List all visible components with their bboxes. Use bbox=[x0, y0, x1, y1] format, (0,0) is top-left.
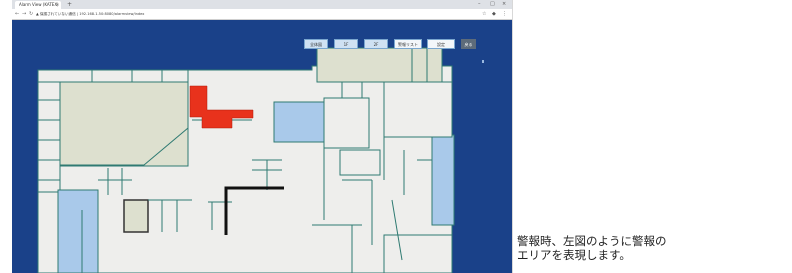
room-strip-top bbox=[37, 69, 189, 83]
blue-room-east bbox=[431, 134, 455, 226]
alarm-monitor-app: 全体図 1F 2F 警報リスト 設定 戻る bbox=[12, 20, 512, 273]
screenshot-window: Alarm View (KATEX) × + – □ × ← → ↻ ▲ 保護さ… bbox=[12, 0, 513, 273]
extension-icon[interactable]: ◆ bbox=[492, 9, 496, 19]
browser-tab[interactable]: Alarm View (KATEX) × bbox=[15, 1, 61, 9]
west-wing bbox=[37, 81, 61, 193]
blue-room-center bbox=[273, 101, 325, 143]
back-arrow-icon[interactable]: ← bbox=[15, 9, 19, 19]
caption-text: 警報時、左図のように警報の エリアを表現します。 bbox=[517, 234, 787, 262]
room-east-small bbox=[339, 149, 381, 176]
room-east-1 bbox=[383, 81, 453, 138]
blue-room-southwest bbox=[57, 189, 99, 273]
alarm-list-button[interactable]: 警報リスト bbox=[394, 39, 422, 49]
upper-right-block bbox=[316, 47, 443, 83]
room-south-east bbox=[383, 234, 453, 273]
floor-2-button[interactable]: 2F bbox=[364, 39, 388, 49]
tab-close-icon[interactable]: × bbox=[56, 1, 59, 9]
url-field[interactable]: ▲ 保護されていない通信 | 192.168.1.50:8080/alarmvi… bbox=[36, 11, 186, 17]
room-center-1 bbox=[323, 97, 370, 149]
room-south-small bbox=[123, 199, 149, 233]
reload-icon[interactable]: ↻ bbox=[29, 9, 33, 19]
forward-arrow-icon[interactable]: → bbox=[22, 9, 26, 19]
maximize-button[interactable]: □ bbox=[490, 0, 495, 9]
side-indicator bbox=[482, 60, 484, 63]
caption-line-2: エリアを表現します。 bbox=[517, 248, 631, 262]
caption-line-1: 警報時、左図のように警報の bbox=[517, 234, 667, 248]
overview-button[interactable]: 全体図 bbox=[304, 39, 328, 49]
floor-1-button[interactable]: 1F bbox=[334, 39, 358, 49]
close-window-button[interactable]: × bbox=[502, 0, 506, 9]
browser-tab-strip: Alarm View (KATEX) × + – □ × bbox=[12, 0, 512, 9]
address-bar: ← → ↻ ▲ 保護されていない通信 | 192.168.1.50:8080/a… bbox=[12, 9, 512, 20]
floor-plan-map[interactable] bbox=[12, 20, 512, 273]
settings-button[interactable]: 設定 bbox=[427, 39, 455, 49]
menu-icon[interactable]: ⋮ bbox=[502, 9, 507, 19]
star-icon[interactable]: ☆ bbox=[482, 9, 486, 19]
browser-tab-title: Alarm View (KATEX) bbox=[19, 2, 59, 7]
minimize-button[interactable]: – bbox=[478, 0, 481, 9]
new-tab-button[interactable]: + bbox=[67, 0, 72, 9]
back-button[interactable]: 戻る bbox=[461, 39, 476, 49]
